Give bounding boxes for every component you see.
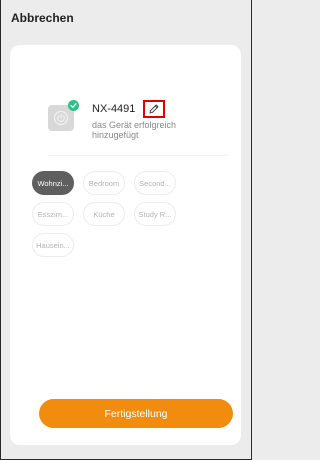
device-icon: [48, 100, 79, 131]
room-chip[interactable]: Study R...: [134, 202, 176, 226]
device-added-status: das Gerät erfolgreich hinzugefügt: [92, 120, 177, 140]
room-chip[interactable]: Hausein...: [32, 233, 74, 257]
room-chip[interactable]: Bedroom: [83, 171, 125, 195]
top-bar: Abbrechen: [1, 0, 251, 44]
device-added-card: NX-4491 das Gerät erfolgreich hinzugefüg…: [10, 45, 241, 445]
room-chip[interactable]: Wohnzi...: [32, 171, 74, 195]
finish-button[interactable]: Fertigstellung: [39, 399, 233, 428]
pencil-icon: [149, 104, 159, 114]
device-name: NX-4491: [92, 103, 136, 115]
room-chip[interactable]: Küche: [83, 202, 125, 226]
room-chip[interactable]: Esszim...: [32, 202, 74, 226]
power-icon: [53, 110, 69, 126]
cancel-button[interactable]: Abbrechen: [11, 11, 74, 25]
divider: [48, 155, 228, 156]
check-icon: [68, 100, 79, 111]
edit-name-button[interactable]: [143, 100, 165, 118]
room-chip[interactable]: Second...: [134, 171, 176, 195]
